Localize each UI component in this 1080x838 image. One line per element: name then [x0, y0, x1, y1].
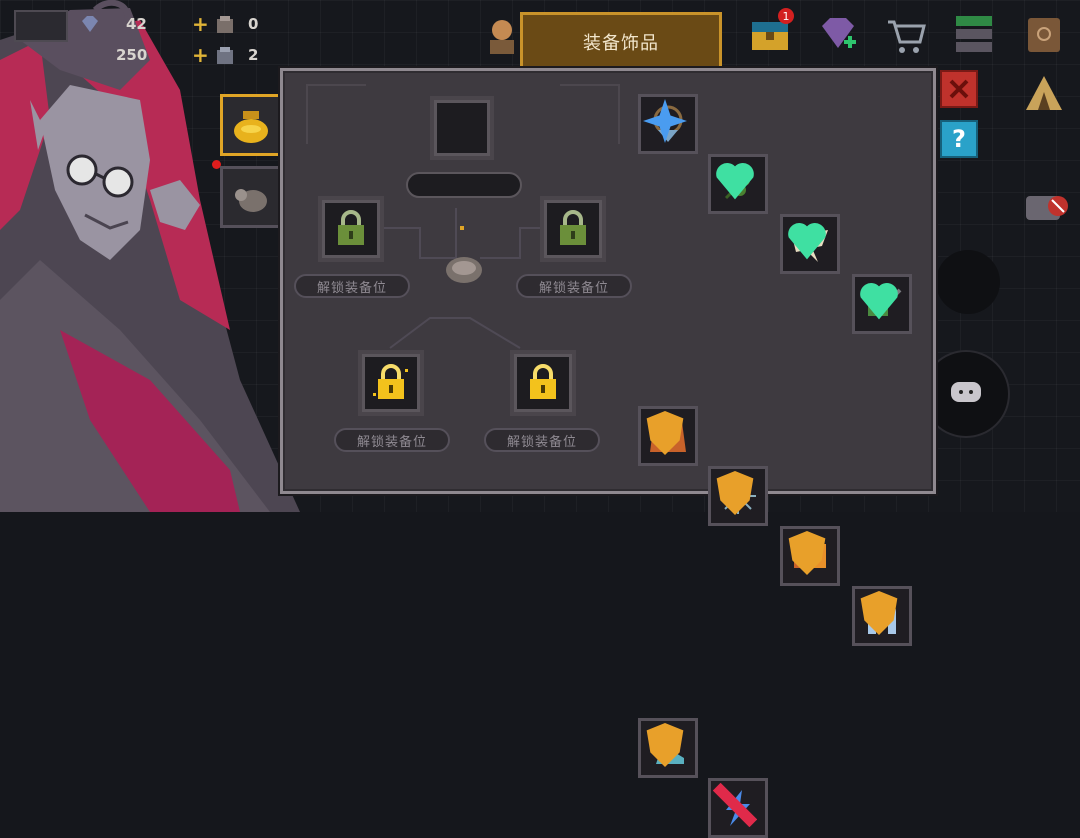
gold-lock-icon	[530, 364, 556, 399]
pot-category-button[interactable]	[220, 94, 282, 156]
notification-badge: 1	[778, 8, 794, 24]
inventory-item-blue-hood[interactable]	[852, 586, 912, 646]
right-slot-frame	[540, 196, 606, 262]
green-heart-badge-icon	[860, 283, 898, 320]
inventory-item-clover[interactable]	[708, 154, 768, 214]
inventory-item-spiked-orb[interactable]	[708, 466, 768, 526]
bottom-left-slot-frame	[358, 350, 424, 416]
diamond-shop-icon[interactable]	[816, 12, 860, 56]
task-list-icon[interactable]	[952, 12, 996, 56]
material-b-icon	[217, 47, 233, 64]
add-material-b-button[interactable]: +	[192, 43, 209, 67]
gold-lock-icon	[373, 364, 408, 399]
sparkle-icon	[460, 226, 464, 230]
inventory-item-ice-boot[interactable]	[638, 718, 698, 778]
unlock-slot-button-left[interactable]: 解锁装备位	[294, 274, 410, 298]
green-heart-badge-icon	[788, 223, 826, 260]
green-heart-badge-icon	[716, 163, 754, 200]
skill-button[interactable]	[936, 250, 1000, 314]
material-b-count: 2	[248, 46, 259, 64]
help-button[interactable]: ?	[940, 120, 978, 158]
accessory-slot-top[interactable]	[434, 100, 490, 156]
inventory-item-lightning[interactable]	[708, 778, 768, 838]
unlock-slot-button-bottom-left[interactable]: 解锁装备位	[334, 428, 450, 452]
backpack-icon[interactable]	[1022, 12, 1066, 56]
gold-pot-icon	[234, 111, 268, 143]
gem-count: 42	[126, 15, 147, 33]
inventory-item-green-gun[interactable]	[852, 274, 912, 334]
locked-slot-left[interactable]	[322, 200, 380, 258]
blue-star-badge-icon	[643, 99, 687, 143]
bottom-right-slot-frame	[510, 350, 576, 416]
unlock-slot-button-bottom-right[interactable]: 解锁装备位	[484, 428, 600, 452]
hud-frame	[14, 10, 68, 42]
inventory-item-bone-horn[interactable]	[780, 214, 840, 274]
npc-portrait-icon[interactable]	[480, 14, 524, 58]
orange-shield-badge-icon	[716, 471, 754, 515]
gray-weight-icon	[235, 189, 267, 212]
chat-bubble-icon	[951, 382, 981, 402]
title-tab: 装备饰品	[520, 12, 722, 70]
coin-count: 250	[116, 46, 148, 64]
locked-slot-bottom-right[interactable]	[514, 354, 572, 412]
shopping-cart-icon[interactable]	[884, 14, 928, 58]
inventory-item-fire-gem[interactable]	[780, 526, 840, 586]
close-icon	[949, 79, 969, 99]
inventory-item-amulet[interactable]	[638, 94, 698, 154]
center-equipped-item-icon	[446, 257, 482, 283]
red-sword-badge-icon	[713, 783, 757, 827]
top-slot-frame	[430, 96, 494, 160]
close-button[interactable]	[940, 70, 978, 108]
slot-name-bar	[406, 172, 522, 198]
weight-category-button[interactable]	[220, 166, 282, 228]
green-lock-icon	[560, 210, 586, 245]
chat-muted-icon[interactable]	[1024, 192, 1070, 228]
orange-shield-badge-icon	[646, 723, 684, 767]
vampire-character-portrait	[0, 0, 300, 512]
add-material-a-button[interactable]: +	[192, 12, 209, 36]
locked-slot-right[interactable]	[544, 200, 602, 258]
page-title: 装备饰品	[583, 33, 659, 54]
material-a-count: 0	[248, 15, 259, 33]
locked-slot-bottom-left[interactable]	[362, 354, 420, 412]
orange-shield-badge-icon	[788, 531, 826, 575]
material-a-icon	[217, 16, 233, 33]
unlock-slot-button-right[interactable]: 解锁装备位	[516, 274, 632, 298]
inventory-item-vest[interactable]	[638, 406, 698, 466]
camp-tent-icon[interactable]	[1022, 72, 1066, 116]
orange-shield-badge-icon	[860, 591, 898, 635]
green-lock-icon	[338, 210, 364, 245]
left-slot-frame	[318, 196, 384, 262]
orange-shield-badge-icon	[646, 411, 684, 455]
gem-icon	[82, 16, 98, 32]
